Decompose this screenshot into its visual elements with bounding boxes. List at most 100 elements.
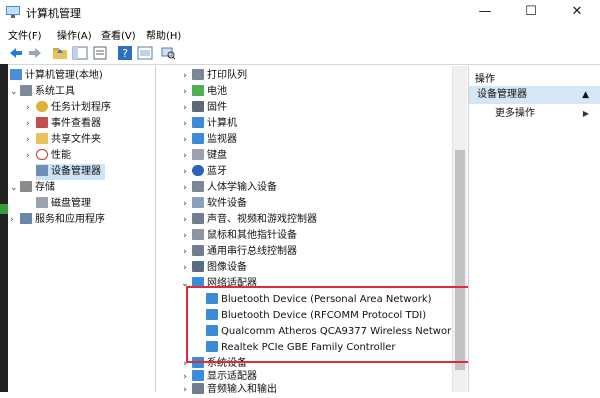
help-icon[interactable]: ? [117,45,133,61]
title-bar: 计算机管理 — ☐ ✕ [0,0,600,24]
camera-icon [192,261,204,272]
computer-management-window: 计算机管理 — ☐ ✕ 文件(F) 操作(A) 查看(V) 帮助(H) ? 计算… [0,0,600,395]
device-category-usb[interactable]: › 通用串行总线控制器 [178,244,297,260]
chevron-right-icon[interactable]: › [178,68,192,84]
chevron-right-icon[interactable]: › [26,148,36,164]
bluetooth-icon [192,165,204,176]
background-window-marker [0,204,8,214]
tree-disk-label: 磁盘管理 [51,198,91,209]
up-folder-icon[interactable] [52,45,68,61]
tree-item-services[interactable]: › 服务和应用程序 [10,212,105,228]
chevron-right-icon[interactable]: › [178,212,192,228]
disk-icon [36,197,48,208]
category-label: 图像设备 [207,262,247,273]
category-label: 软件设备 [207,198,247,209]
tree-item-root[interactable]: 计算机管理(本地) [10,68,103,84]
device-category-mouse[interactable]: › 鼠标和其他指针设备 [178,228,297,244]
console-view-icon[interactable] [137,45,153,61]
chevron-right-icon[interactable]: › [178,244,192,260]
tree-item-system-tools[interactable]: ⌄ 系统工具 [10,84,75,100]
device-category-bluetooth[interactable]: › 蓝牙 [178,164,227,180]
device-category-imaging[interactable]: › 图像设备 [178,260,247,276]
tree-root-label: 计算机管理(本地) [25,70,103,81]
menu-view[interactable]: 查看(V) [101,27,136,42]
device-category-firmware[interactable]: › 固件 [178,100,227,116]
menu-help[interactable]: 帮助(H) [146,27,181,42]
computer-management-icon [6,6,20,18]
computer-management-icon [10,69,22,80]
category-label: 蓝牙 [207,166,227,177]
device-category-print-queue[interactable]: › 打印队列 [178,68,247,84]
chevron-right-icon[interactable]: › [178,228,192,244]
tree-storage-label: 存储 [35,182,55,193]
clock-icon [36,101,48,112]
usb-icon [192,245,204,256]
chevron-right-icon[interactable]: › [26,116,36,132]
expand-right-icon[interactable]: ▶ [583,106,589,122]
category-label: 键盘 [207,150,227,161]
device-category-sound[interactable]: › 声音、视频和游戏控制器 [178,212,317,228]
chevron-right-icon[interactable]: › [178,132,192,148]
tree-item-performance[interactable]: › 性能 [26,148,71,164]
tools-icon [20,85,32,96]
chevron-down-icon[interactable]: ⌄ [10,84,20,100]
close-button[interactable]: ✕ [554,0,600,24]
tree-shared-folders-label: 共享文件夹 [51,134,101,145]
menu-action[interactable]: 操作(A) [57,27,92,42]
tree-item-task-scheduler[interactable]: › 任务计划程序 [26,100,111,116]
chevron-right-icon[interactable]: › [178,100,192,116]
tree-item-shared-folders[interactable]: › 共享文件夹 [26,132,101,148]
category-label: 打印队列 [207,70,247,81]
category-label: 声音、视频和游戏控制器 [207,214,317,225]
chevron-right-icon[interactable]: › [178,180,192,196]
category-label: 电池 [207,86,227,97]
tree-item-storage[interactable]: ⌄ 存储 [10,180,55,196]
chevron-right-icon[interactable]: › [178,84,192,100]
device-category-hid[interactable]: › 人体学输入设备 [178,180,277,196]
chevron-down-icon[interactable]: ⌄ [10,180,20,196]
maximize-button[interactable]: ☐ [508,0,554,24]
device-category-audio-io[interactable]: › 音频输入和输出 [178,382,277,398]
category-label: 通用串行总线控制器 [207,246,297,257]
forward-arrow-icon[interactable] [27,45,43,61]
chevron-right-icon[interactable]: › [178,116,192,132]
display-adapter-icon [192,370,204,381]
computer-icon [192,117,204,128]
category-label: 监视器 [207,134,237,145]
chevron-right-icon[interactable]: › [26,100,36,116]
category-label: 计算机 [207,118,237,129]
chevron-right-icon[interactable]: › [178,148,192,164]
chevron-right-icon[interactable]: › [178,382,192,398]
device-category-monitor[interactable]: › 监视器 [178,132,237,148]
menu-file[interactable]: 文件(F) [8,27,42,42]
chevron-right-icon[interactable]: › [178,196,192,212]
device-category-software[interactable]: › 软件设备 [178,196,247,212]
tree-item-disk-management[interactable]: 磁盘管理 [36,196,91,212]
actions-more[interactable]: 更多操作 ▶ [469,106,600,122]
console-tree-pane: 计算机管理(本地) ⌄ 系统工具 › 任务计划程序 › 事件查看器 › 共享文件夹 › 性… [8,66,156,392]
chevron-right-icon[interactable]: › [10,212,20,228]
actions-device-manager[interactable]: 设备管理器 ▲ [469,86,600,104]
collapse-arrow-icon[interactable]: ▲ [582,86,589,104]
mouse-icon [192,229,204,240]
performance-icon [36,149,48,160]
chevron-right-icon[interactable]: › [178,164,192,180]
tree-item-event-viewer[interactable]: › 事件查看器 [26,116,101,132]
toolbar: ? [0,42,600,65]
tree-item-device-manager[interactable]: 设备管理器 [36,164,105,180]
show-hide-tree-icon[interactable] [72,45,88,61]
chevron-right-icon[interactable]: › [178,260,192,276]
device-category-keyboard[interactable]: › 键盘 [178,148,227,164]
minimize-button[interactable]: — [462,0,508,24]
device-category-computer[interactable]: › 计算机 [178,116,237,132]
back-arrow-icon[interactable] [8,45,24,61]
shared-folder-icon [36,133,48,144]
event-viewer-icon [36,117,48,128]
category-label: 固件 [207,102,227,113]
properties-icon[interactable] [92,45,108,61]
monitor-icon [192,133,204,144]
device-category-battery[interactable]: › 电池 [178,84,227,100]
scan-hardware-icon[interactable] [160,45,176,61]
highlight-box [186,286,496,363]
chevron-right-icon[interactable]: › [26,132,36,148]
